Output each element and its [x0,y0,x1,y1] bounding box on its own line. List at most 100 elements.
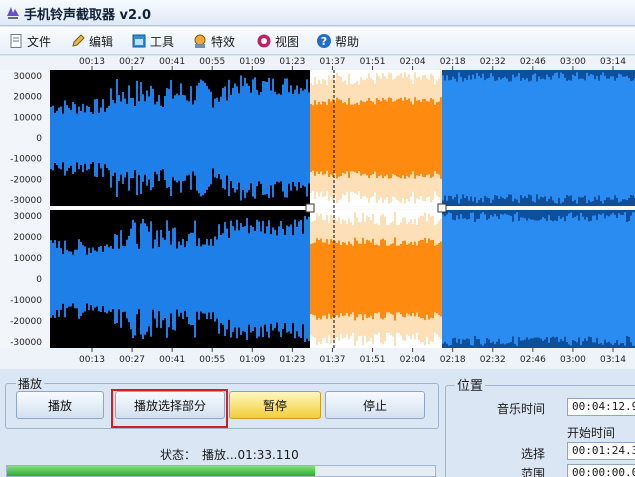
time-tick-label: 02:18 [440,355,466,365]
wave-bar [244,77,246,199]
amplitude-tick-label: 20000 [13,93,42,103]
wave-bar [120,101,122,175]
wave-bar [522,217,524,341]
amplitude-tick-label: 30000 [13,212,42,222]
time-tick-label: 00:55 [199,57,225,67]
wave-bar [368,240,370,318]
menu-tools[interactable]: 工具 [131,32,174,50]
wave-bar [348,241,350,317]
wave-bar [604,218,606,340]
menu-help[interactable]: ? 帮助 [316,32,359,50]
wave-bar [594,79,596,197]
wave-bar [594,215,596,343]
wave-bar [60,248,62,310]
wave-bar [162,237,164,321]
wave-bar [156,230,158,328]
wave-bar [330,101,332,175]
wave-bar [330,239,332,319]
wave-bar [276,235,278,323]
pause-button[interactable]: 暂停 [229,391,321,419]
wave-bar [446,214,448,344]
wave-bar [590,74,592,202]
wave-bar [546,220,548,338]
wave-bar [622,214,624,344]
wave-bar [192,232,194,326]
wave-bar [176,93,178,183]
effects-icon [194,34,206,48]
wave-bar [222,233,224,325]
wave-bar [518,72,520,204]
menu-view[interactable]: 视图 [256,32,299,50]
wave-bar [554,73,556,203]
wave-bar [256,219,258,339]
menu-file-label: 文件 [27,34,52,49]
wave-bar [292,94,294,182]
wave-bar [536,220,538,338]
wave-bar [88,247,90,311]
wave-bar [300,88,302,188]
time-tick-label: 03:00 [560,355,586,365]
range-time-field[interactable]: 00:00:00.00 [567,464,635,477]
time-tick-label: 01:09 [239,355,265,365]
wave-bar [390,98,392,178]
wave-bar [90,111,92,165]
wave-bar [478,218,480,340]
select-time-field[interactable]: 00:01:24.32 [567,442,635,460]
wave-bar [226,100,228,176]
wave-bar [64,240,66,318]
wave-bar [320,238,322,320]
wave-bar [400,97,402,179]
amplitude-tick-label: -20000 [10,175,42,185]
time-tick-label: 00:41 [159,57,185,67]
wave-bar [614,214,616,344]
wave-bar [384,99,386,177]
waveform-display[interactable]: 30000 20000 10000 0 -10000 -20000 -30000 30000 2… [0,56,635,369]
wave-bar [358,243,360,315]
wave-bar [246,218,248,340]
music-time-field[interactable]: 00:04:12.96 [567,398,635,416]
app-icon [7,7,19,19]
menu-effects[interactable]: 特效 [192,32,235,50]
wave-bar [538,76,540,200]
wave-bar [576,215,578,343]
wave-bar [200,246,202,312]
wave-bar [266,226,268,332]
wave-bar [298,93,300,183]
wave-bar [498,77,500,199]
time-tick-label: 02:04 [400,355,426,365]
waveform-area[interactable]: 30000 20000 10000 0 -10000 -20000 -30000 30000 2… [0,56,635,369]
playback-progress-bar[interactable] [6,465,436,477]
wave-bar [566,81,568,195]
wave-bar [106,107,108,169]
menu-file[interactable]: 文件 [8,32,51,50]
wave-bar [184,247,186,311]
wave-bar [508,81,510,195]
wave-bar [434,245,436,313]
wave-bar [76,249,78,309]
wave-bar [138,101,140,175]
wave-bar [424,237,426,321]
wave-bar [524,79,526,197]
play-button[interactable]: 播放 [16,391,104,419]
wave-bar [144,101,146,175]
wave-bar [224,221,226,337]
wave-bar [374,244,376,314]
wave-bar [170,244,172,314]
wave-bar [620,74,622,202]
view-icon [257,34,271,48]
wave-bar [504,76,506,200]
wave-bar [502,77,504,199]
wave-bar [260,92,262,184]
wave-bar [476,72,478,204]
menu-edit[interactable]: 编辑 [70,32,113,50]
wave-bar [544,79,546,197]
wave-bar [356,240,358,318]
wave-bar [68,251,70,307]
wave-bar [258,221,260,337]
wave-bar [580,78,582,198]
wave-bar [382,97,384,179]
wave-bar [158,246,160,312]
wave-bar [356,102,358,174]
stop-button[interactable]: 停止 [325,391,425,419]
wave-bar [632,212,634,346]
